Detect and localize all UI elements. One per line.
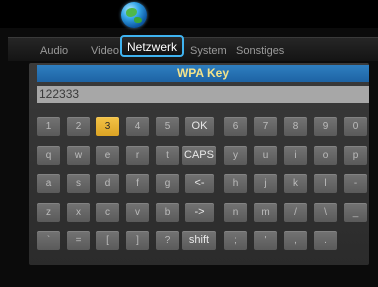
key-3-7[interactable]: h (224, 174, 247, 193)
key-4-8[interactable]: m (254, 203, 277, 222)
key-4-9[interactable]: / (284, 203, 307, 222)
key-2-2[interactable]: w (67, 146, 90, 165)
key-5-6[interactable]: shift (182, 231, 216, 250)
key-3-1[interactable]: a (37, 174, 60, 193)
key-1-3[interactable]: 3 (96, 117, 119, 136)
key-4-6[interactable]: -> (185, 203, 214, 222)
key-4-7[interactable]: n (224, 203, 247, 222)
key-4-2[interactable]: x (67, 203, 90, 222)
key-1-2[interactable]: 2 (67, 117, 90, 136)
tab-sonstiges[interactable]: Sonstiges (236, 43, 284, 59)
key-1-7[interactable]: 6 (224, 117, 247, 136)
tab-video[interactable]: Video (91, 43, 119, 59)
key-3-10[interactable]: l (314, 174, 337, 193)
key-3-4[interactable]: f (126, 174, 149, 193)
key-3-8[interactable]: j (254, 174, 277, 193)
tab-netzwerk[interactable]: Netzwerk (120, 35, 185, 57)
key-2-11[interactable]: p (344, 146, 367, 165)
key-1-10[interactable]: 9 (314, 117, 337, 136)
key-5-5[interactable]: ? (156, 231, 179, 250)
wpa-key-input[interactable]: 122333 (37, 86, 369, 103)
key-4-5[interactable]: b (156, 203, 179, 222)
key-3-9[interactable]: k (284, 174, 307, 193)
key-4-1[interactable]: z (37, 203, 60, 222)
key-1-4[interactable]: 4 (126, 117, 149, 136)
key-4-11[interactable]: _ (344, 203, 367, 222)
tab-audio[interactable]: Audio (40, 43, 68, 59)
key-1-6[interactable]: OK (185, 117, 214, 136)
key-2-7[interactable]: y (224, 146, 247, 165)
key-2-9[interactable]: i (284, 146, 307, 165)
key-5-9[interactable]: , (284, 231, 307, 250)
key-5-7[interactable]: ; (224, 231, 247, 250)
key-4-3[interactable]: c (96, 203, 119, 222)
key-4-4[interactable]: v (126, 203, 149, 222)
key-5-3[interactable]: [ (96, 231, 119, 250)
key-5-2[interactable]: = (67, 231, 90, 250)
key-3-11[interactable]: - (344, 174, 367, 193)
key-2-4[interactable]: r (126, 146, 149, 165)
key-1-5[interactable]: 5 (156, 117, 179, 136)
top-bar (0, 0, 378, 28)
key-2-10[interactable]: o (314, 146, 337, 165)
key-2-6[interactable]: CAPS (182, 146, 216, 165)
key-1-8[interactable]: 7 (254, 117, 277, 136)
key-2-5[interactable]: t (156, 146, 179, 165)
key-5-1[interactable]: ` (37, 231, 60, 250)
key-5-10[interactable]: . (314, 231, 337, 250)
key-2-1[interactable]: q (37, 146, 60, 165)
dialog-title: WPA Key (37, 65, 369, 82)
key-4-10[interactable]: \ (314, 203, 337, 222)
key-3-3[interactable]: d (96, 174, 119, 193)
key-5-8[interactable]: ' (254, 231, 277, 250)
key-5-4[interactable]: ] (126, 231, 149, 250)
key-1-11[interactable]: 0 (344, 117, 367, 136)
key-2-3[interactable]: e (96, 146, 119, 165)
network-globe-icon (121, 2, 147, 28)
key-2-8[interactable]: u (254, 146, 277, 165)
key-3-6[interactable]: <- (185, 174, 214, 193)
key-1-9[interactable]: 8 (284, 117, 307, 136)
tab-system[interactable]: System (190, 43, 227, 59)
key-3-2[interactable]: s (67, 174, 90, 193)
key-3-5[interactable]: g (156, 174, 179, 193)
key-1-1[interactable]: 1 (37, 117, 60, 136)
